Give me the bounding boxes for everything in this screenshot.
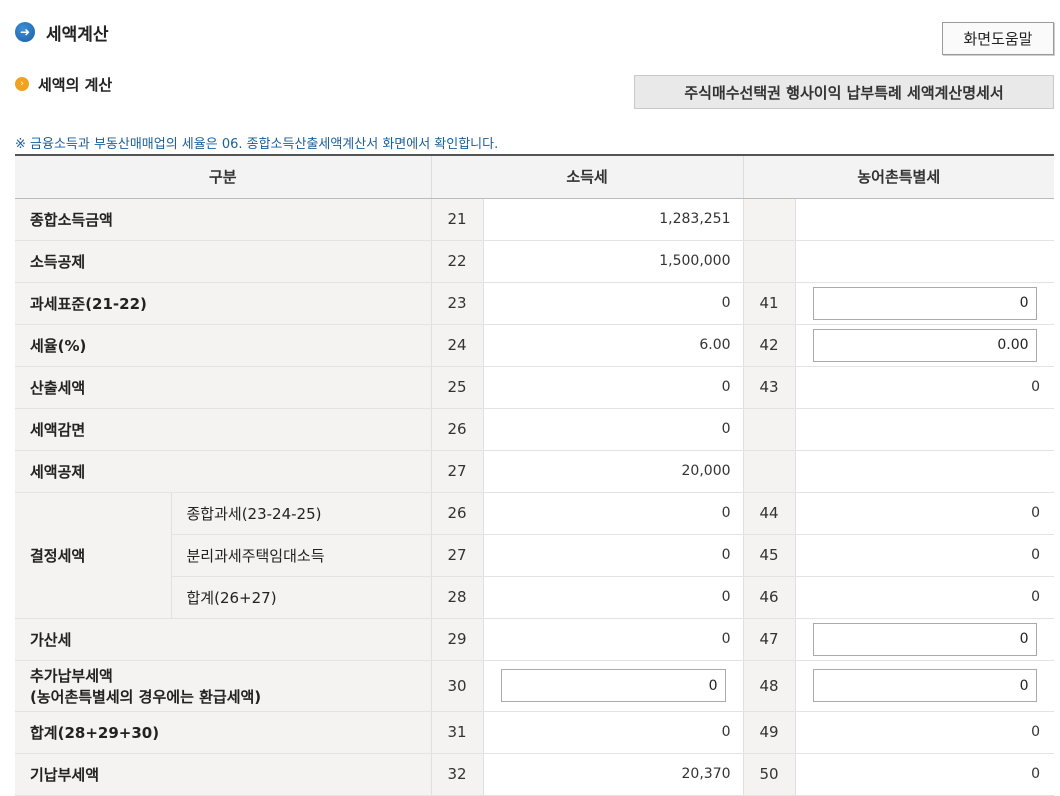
rural-tax-value: 0 [795,366,1055,409]
income-tax-value: 0 [483,282,744,325]
income-tax-value: 0 [483,492,744,535]
help-button[interactable]: 화면도움말 [942,22,1054,55]
page-title: ➜ 세액계산 [15,18,109,46]
page-title-text: 세액계산 [46,24,109,45]
income-tax-value: 6.00 [483,324,744,367]
header-category: 구분 [15,154,432,199]
row-code: 41 [742,282,796,325]
header-income-tax: 소득세 [430,154,744,199]
row-label-line2: (농어촌특별세의 경우에는 환급세액) [30,687,262,706]
rural-tax-value-empty [795,450,1055,493]
row-code: 46 [742,576,796,619]
table-row: 추가납부세액 (농어촌특별세의 경우에는 환급세액) 30 0 48 0 [15,660,1055,712]
income-tax-value: 0 [483,618,744,661]
rural-tax-value: 0 [795,576,1055,619]
row-code: 45 [742,534,796,577]
table-row: 소득공제 22 1,500,000 [15,240,1055,283]
rural-tax-value-empty [795,408,1055,451]
table-row: 결정세액 종합과세(23-24-25) 26 0 44 0 [15,492,1055,619]
table-row: 세액공제 27 20,000 [15,450,1055,493]
row-label-line1: 추가납부세액 [30,666,113,685]
section-title: › 세액의 계산 [15,74,112,94]
row-label: 소득공제 [15,240,432,283]
row-code: 29 [430,618,484,661]
row-code: 43 [742,366,796,409]
row-label: 가산세 [15,618,432,661]
row-label: 세액공제 [15,450,432,493]
table-row: 분리과세주택임대소득 27 0 45 0 [15,534,1055,577]
table-header-row: 구분 소득세 농어촌특별세 [15,154,1055,199]
row-code: 48 [742,660,796,712]
row-code: 31 [430,711,484,754]
income-tax-value: 0 [483,408,744,451]
table-row: 합계(28+29+30) 31 0 49 0 [15,711,1055,754]
rural-tax-tax-base-input[interactable]: 0 [812,286,1037,320]
row-code-empty [742,198,796,241]
row-code: 47 [742,618,796,661]
tax-calculation-table: 구분 소득세 농어촌특별세 종합소득금액 21 1,283,251 소득공제 2… [15,154,1055,796]
rural-tax-value: 0 [795,711,1055,754]
row-code-empty [742,450,796,493]
row-label: 세액감면 [15,408,432,451]
row-label: 추가납부세액 (농어촌특별세의 경우에는 환급세액) [15,660,432,712]
row-code: 28 [430,576,484,619]
chevron-right-circle-icon: › [15,77,29,91]
row-label: 합계(26+27) [171,576,432,619]
section-title-text: 세액의 계산 [38,75,113,94]
row-code: 24 [430,324,484,367]
row-label: 산출세액 [15,366,432,409]
rural-tax-rate-input[interactable]: 0.00 [812,328,1037,362]
notice-text: ※ 금융소득과 부동산매매업의 세율은 06. 종합소득산출세액계산서 화면에서… [15,137,499,152]
rural-tax-value-empty [795,240,1055,283]
rural-tax-penalty-input[interactable]: 0 [812,622,1037,656]
table-row: 합계(26+27) 28 0 46 0 [15,576,1055,619]
row-label: 합계(28+29+30) [15,711,432,754]
income-tax-value: 1,283,251 [483,198,744,241]
row-code-empty [742,408,796,451]
row-label: 세율(%) [15,324,432,367]
row-code: 26 [430,408,484,451]
income-tax-value: 0 [483,576,744,619]
table-row: 가산세 29 0 47 0 [15,618,1055,661]
income-tax-additional-payment-input[interactable]: 0 [500,669,726,702]
income-tax-value: 0 [483,534,744,577]
header-rural-special-tax: 농어촌특별세 [742,154,1055,199]
row-code: 49 [742,711,796,754]
income-tax-value: 1,500,000 [483,240,744,283]
row-code: 22 [430,240,484,283]
row-code: 26 [430,492,484,535]
row-label: 종합소득금액 [15,198,432,241]
rural-tax-value: 0 [795,534,1055,577]
rural-tax-value-empty [795,198,1055,241]
rural-tax-refund-input[interactable]: 0 [812,669,1037,702]
row-code: 27 [430,450,484,493]
row-code: 23 [430,282,484,325]
income-tax-value: 0 [483,366,744,409]
row-label: 분리과세주택임대소득 [171,534,432,577]
row-code: 42 [742,324,796,367]
row-group-label: 결정세액 [15,492,172,619]
table-row: 산출세액 25 0 43 0 [15,366,1055,409]
row-code: 25 [430,366,484,409]
table-row: 세액감면 26 0 [15,408,1055,451]
row-code: 30 [430,660,484,712]
table-row: 종합소득금액 21 1,283,251 [15,198,1055,241]
rural-tax-value: 0 [795,492,1055,535]
row-code-empty [742,240,796,283]
stock-option-statement-button[interactable]: 주식매수선택권 행사이익 납부특례 세액계산명세서 [634,75,1054,109]
income-tax-value: 20,000 [483,450,744,493]
row-code: 44 [742,492,796,535]
row-label: 종합과세(23-24-25) [171,492,432,535]
income-tax-value: 0 [483,711,744,754]
row-label: 과세표준(21-22) [15,282,432,325]
table-row: 세율(%) 24 6.00 42 0.00 [15,324,1055,367]
table-row: 과세표준(21-22) 23 0 41 0 [15,282,1055,325]
arrow-right-circle-icon: ➜ [15,22,35,42]
row-code: 21 [430,198,484,241]
row-code: 27 [430,534,484,577]
